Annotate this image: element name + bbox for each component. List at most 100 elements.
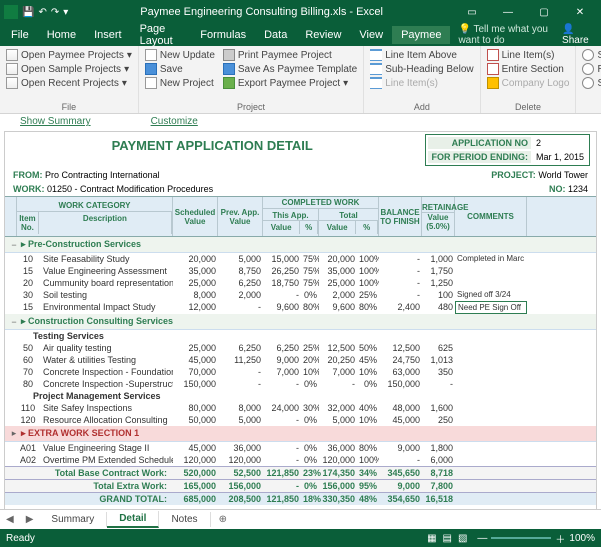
tab-data[interactable]: Data	[255, 26, 296, 44]
gear-icon	[582, 49, 594, 61]
open-recent-projects[interactable]: Open Recent Projects▾	[6, 76, 132, 90]
qat-save-icon[interactable]: 💾	[22, 7, 34, 18]
line-icon	[370, 77, 382, 89]
menu-bar: File Home Insert Page Layout Formulas Da…	[0, 24, 601, 46]
del-logo[interactable]: Company Logo	[487, 76, 570, 90]
work-value: 01250 - Contract Modification Procedures	[47, 184, 213, 194]
export-icon	[223, 77, 235, 89]
section-header[interactable]: ▸▸ EXTRA WORK SECTION 1	[5, 426, 596, 442]
group-settings-label: Settings	[582, 102, 601, 112]
save-project[interactable]: Save	[145, 62, 215, 76]
show-summary-link[interactable]: Show Summary	[20, 116, 91, 127]
no-value: 1234	[568, 184, 588, 194]
tab-nav-next[interactable]: ▶	[20, 514, 40, 525]
del-line-items[interactable]: Line Item(s)	[487, 48, 570, 62]
table-row[interactable]: 120Resource Allocation Consulting 50,000…	[5, 414, 596, 426]
add-sub-below[interactable]: Sub-Heading Below	[370, 62, 473, 76]
expand-icon[interactable]: ▸	[9, 428, 19, 439]
add-line-items[interactable]: Line Item(s)	[370, 76, 473, 90]
view-normal-icon[interactable]: ▦	[427, 533, 436, 544]
app-no-value: 2	[533, 137, 587, 149]
close-button[interactable]: ✕	[563, 2, 597, 22]
ribbon-options-icon[interactable]: ▭	[455, 2, 489, 22]
table-row[interactable]: 15Environmental Impact Study 12,000- 9,6…	[5, 301, 596, 314]
section-header[interactable]: −▸ Construction Consulting Services	[5, 314, 596, 330]
delete-icon	[487, 49, 499, 61]
line-icon	[370, 49, 382, 61]
tab-formulas[interactable]: Formulas	[191, 26, 255, 44]
zoom-control[interactable]: ― ＋ 100%	[477, 531, 595, 546]
folder-icon	[6, 77, 18, 89]
table-row[interactable]: 20Cummunity board representation 25,0006…	[5, 277, 596, 289]
add-line-above[interactable]: Line Item Above	[370, 48, 473, 62]
table-body: −▸ Pre-Construction Services 10Site Feas…	[5, 237, 596, 466]
tab-home[interactable]: Home	[38, 26, 85, 44]
table-row[interactable]: 70Concrete Inspection - Foundations 70,0…	[5, 366, 596, 378]
maximize-button[interactable]: ▢	[527, 2, 561, 22]
print-icon	[223, 49, 235, 61]
tab-paymee[interactable]: Paymee	[392, 26, 450, 44]
from-value: Pro Contracting International	[45, 170, 160, 180]
project-value: World Tower	[538, 170, 588, 180]
open-paymee-projects[interactable]: Open Paymee Projects▾	[6, 48, 132, 62]
table-row[interactable]: 15Value Engineering Assessment 35,0008,7…	[5, 265, 596, 277]
del-section[interactable]: Entire Section	[487, 62, 570, 76]
logo-icon	[487, 77, 499, 89]
expand-icon[interactable]: −	[9, 317, 19, 327]
tell-me[interactable]: 💡 Tell me what you want to do	[450, 24, 554, 46]
qat-redo-icon[interactable]: ↷	[51, 7, 59, 18]
tab-file[interactable]: File	[2, 26, 38, 44]
new-update[interactable]: New Update	[145, 48, 215, 62]
setup-options[interactable]: Setup and Options	[582, 48, 601, 62]
new-icon	[145, 77, 157, 89]
table-row[interactable]: 10Site Feasability Study 20,0005,000 15,…	[5, 253, 596, 265]
table-row[interactable]: 80Concrete Inspection -Superstructure 15…	[5, 378, 596, 390]
save-icon	[145, 63, 157, 75]
subsection-header: Testing Services	[5, 330, 596, 342]
title-bar: 💾 ↶ ↷ ▾ Paymee Engineering Consulting Bi…	[0, 0, 601, 24]
open-sample-projects[interactable]: Open Sample Projects▾	[6, 62, 132, 76]
total-row: Total Base Contract Work: 520,00052,500 …	[5, 466, 596, 479]
chart-icon	[582, 77, 594, 89]
minimize-button[interactable]: ―	[491, 2, 525, 22]
tab-notes[interactable]: Notes	[159, 512, 210, 527]
table-row[interactable]: 30Soil testing 8,0002,000 -0% 2,00025% -…	[5, 289, 596, 301]
sheet-tabs: ◀ ▶ Summary Detail Notes ⊕	[0, 509, 601, 529]
tab-summary[interactable]: Summary	[39, 512, 107, 527]
save-template[interactable]: Save As Paymee Template	[223, 62, 357, 76]
retain-settings[interactable]: Retainage Settings	[582, 62, 601, 76]
export-project[interactable]: Export Paymee Project▾	[223, 76, 357, 90]
show-summary-chart[interactable]: Show Summary Chart	[582, 76, 601, 90]
tab-detail[interactable]: Detail	[107, 511, 159, 528]
subsection-header: Project Management Services	[5, 390, 596, 402]
table-row[interactable]: A01Value Engineering Stage II 45,00036,0…	[5, 442, 596, 454]
share-button[interactable]: 👤 Share	[554, 21, 599, 49]
table-row[interactable]: A02Overtime PM Extended Schedule 120,000…	[5, 454, 596, 466]
table-header: WORK CATEGORYItem No.Description Schedul…	[5, 196, 596, 237]
table-row[interactable]: 60Water & utilities Testing 45,00011,250…	[5, 354, 596, 366]
document: APPLICATION NO2 FOR PERIOD ENDING:Mar 1,…	[4, 131, 597, 509]
customize-link[interactable]: Customize	[151, 116, 198, 127]
qat-undo-icon[interactable]: ↶	[38, 7, 46, 18]
print-project[interactable]: Print Paymee Project	[223, 48, 357, 62]
application-info-box: APPLICATION NO2 FOR PERIOD ENDING:Mar 1,…	[425, 134, 590, 166]
window-title: Paymee Engineering Consulting Billing.xl…	[68, 6, 455, 18]
gear-icon	[582, 63, 594, 75]
section-header[interactable]: −▸ Pre-Construction Services	[5, 237, 596, 253]
group-delete-label: Delete	[487, 102, 570, 112]
table-row[interactable]: 50Air quality testing 25,0006,250 6,2502…	[5, 342, 596, 354]
table-row[interactable]: 110Site Safey Inspections 80,0008,000 24…	[5, 402, 596, 414]
view-break-icon[interactable]: ▧	[458, 533, 467, 544]
new-project[interactable]: New Project	[145, 76, 215, 90]
total-row: Total Extra Work: 165,000156,000 -0% 156…	[5, 479, 596, 492]
ribbon: Open Paymee Projects▾ Open Sample Projec…	[0, 46, 601, 114]
period-value: Mar 1, 2015	[533, 151, 587, 163]
tab-nav-prev[interactable]: ◀	[0, 514, 20, 525]
expand-icon[interactable]: −	[9, 240, 19, 250]
tab-review[interactable]: Review	[296, 26, 350, 44]
view-page-icon[interactable]: ▤	[443, 533, 452, 544]
add-sheet-button[interactable]: ⊕	[211, 514, 235, 525]
tab-view[interactable]: View	[350, 26, 392, 44]
tab-insert[interactable]: Insert	[85, 26, 131, 44]
tip-text: Tip: Right-Click for common commands or …	[5, 505, 596, 509]
